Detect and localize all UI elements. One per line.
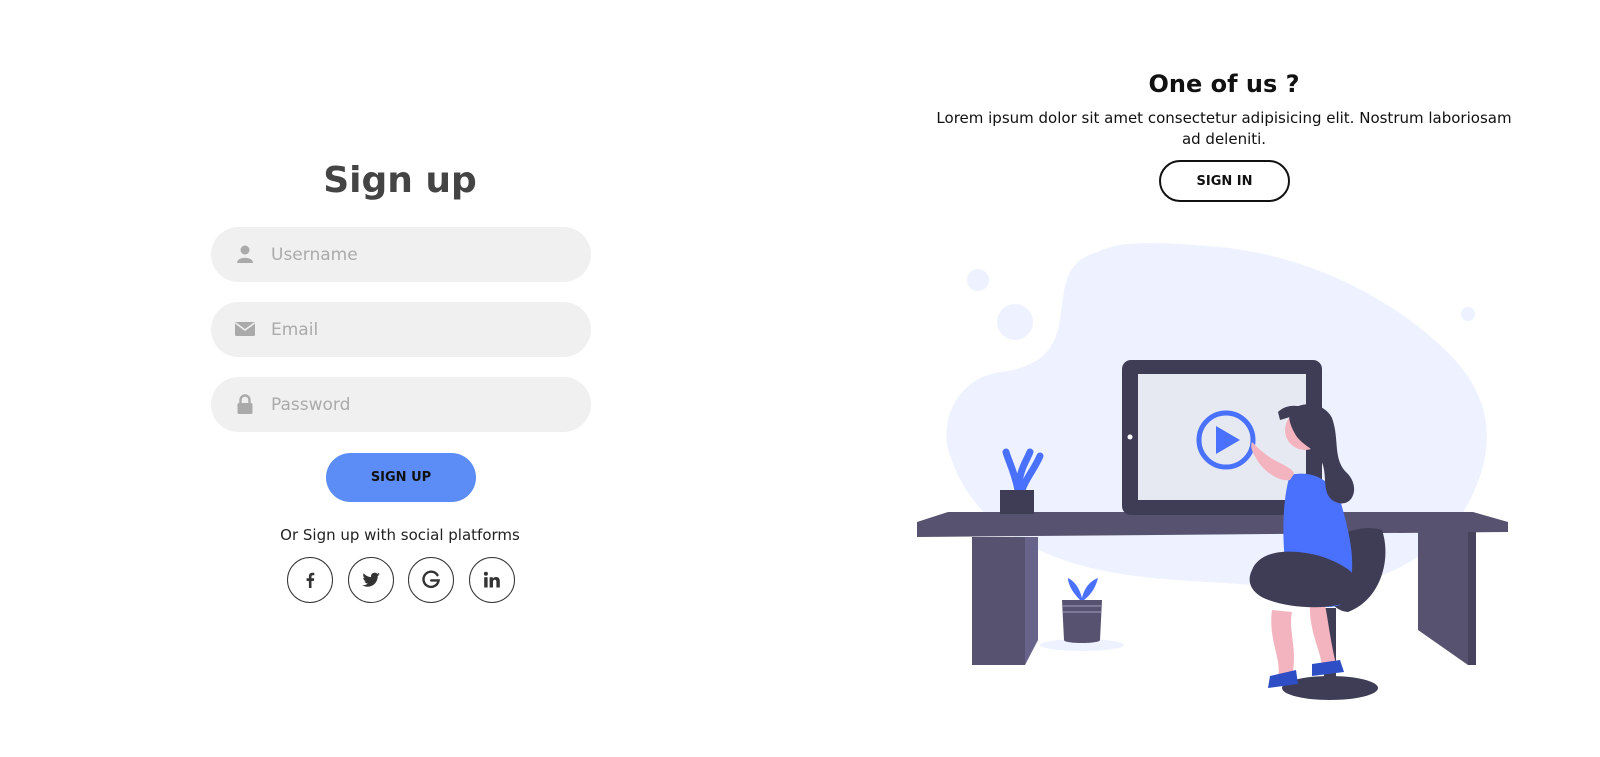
floor-plant (1068, 578, 1098, 600)
username-field[interactable] (211, 227, 591, 282)
twitter-icon (362, 572, 380, 587)
form-title: Sign up (323, 160, 477, 201)
email-field[interactable] (211, 302, 591, 357)
panel-title: One of us ? (1148, 70, 1300, 98)
desk-leg-left-side (1025, 537, 1038, 665)
username-input[interactable] (271, 227, 571, 282)
sign-in-panel: One of us ? Lorem ipsum dolor sit amet c… (800, 0, 1600, 757)
sign-in-button[interactable]: SIGN IN (1159, 160, 1290, 202)
google-button[interactable] (408, 557, 454, 603)
password-field[interactable] (211, 377, 591, 432)
google-icon (422, 570, 440, 589)
panel-text: Lorem ipsum dolor sit amet consectetur a… (936, 109, 1512, 148)
user-icon (237, 245, 253, 263)
bubble (967, 269, 989, 291)
cactus-pot (1000, 490, 1034, 514)
social-text: Or Sign up with social platforms (280, 526, 520, 544)
tablet-button (1127, 434, 1133, 440)
lock-icon (237, 394, 253, 414)
sign-up-form: Sign up SIGN UP Or Sign up with social p… (0, 0, 800, 757)
password-input[interactable] (271, 377, 571, 432)
email-input[interactable] (271, 302, 571, 357)
woman-legs (1271, 610, 1294, 676)
linkedin-icon (483, 571, 500, 588)
twitter-button[interactable] (348, 557, 394, 603)
envelope-icon (235, 322, 255, 336)
facebook-button[interactable] (287, 557, 333, 603)
desk-leg-left (972, 537, 1025, 665)
bubble (997, 304, 1033, 340)
sign-up-button[interactable]: SIGN UP (326, 453, 476, 502)
facebook-icon (306, 572, 315, 588)
bubble (1461, 307, 1475, 321)
desk-leg-right-side (1468, 532, 1476, 665)
desk-leg-right (1418, 532, 1468, 665)
linkedin-button[interactable] (469, 557, 515, 603)
